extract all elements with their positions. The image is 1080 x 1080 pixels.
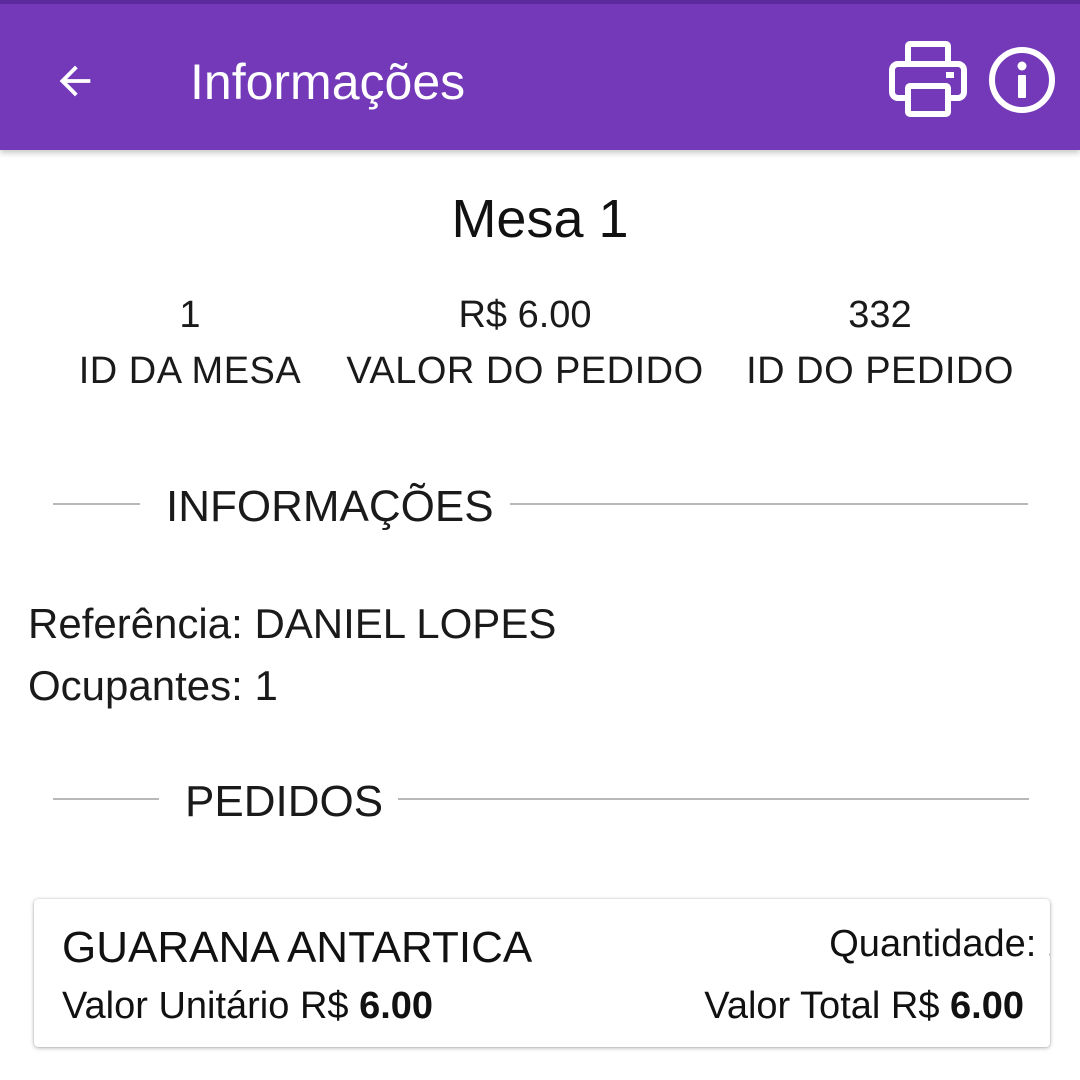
app-bar: Informações [0, 0, 1080, 150]
arrow-left-icon [59, 65, 91, 97]
stat-value: 332 [848, 294, 912, 336]
divider-right [510, 503, 1028, 505]
page-title: Informações [190, 54, 466, 110]
section-heading-info: INFORMAÇÕES [166, 482, 494, 531]
stat-value: 1 [179, 294, 201, 336]
occupants-text: Ocupantes: 1 [28, 662, 278, 709]
divider-right [398, 798, 1029, 800]
total-price-label: Valor Total R$ [704, 985, 951, 1027]
print-button[interactable] [886, 38, 970, 122]
section-heading-orders: PEDIDOS [185, 777, 384, 826]
stat-table-id: 1 ID DA MESA [60, 292, 320, 394]
divider-left [53, 503, 140, 505]
back-button[interactable] [42, 48, 108, 114]
stat-order-value: R$ 6.00 VALOR DO PEDIDO [340, 292, 710, 394]
unit-price-label: Valor Unitário R$ [62, 985, 360, 1027]
stat-value: R$ 6.00 [458, 294, 592, 336]
info-circle-icon [989, 47, 1055, 113]
reference-text: Referência: DANIEL LOPES [28, 600, 557, 647]
order-item-total-price: Valor Total R$ 6.00 [704, 983, 1024, 1029]
table-title: Mesa 1 [451, 189, 629, 249]
stat-label: ID DA MESA [78, 350, 302, 392]
stat-label: VALOR DO PEDIDO [346, 350, 704, 392]
order-item-quantity: Quantidade: 1 [829, 923, 1050, 965]
order-item-card[interactable]: GUARANA ANTARTICA Quantidade: 1 Valor Un… [34, 899, 1050, 1047]
printer-icon [889, 41, 967, 117]
stat-order-id: 332 ID DO PEDIDO [730, 292, 1030, 394]
divider-left [53, 798, 159, 800]
stat-label: ID DO PEDIDO [746, 350, 1014, 392]
order-item-name: GUARANA ANTARTICA [62, 923, 533, 972]
total-price-value: 6.00 [950, 985, 1024, 1027]
info-button[interactable] [986, 44, 1062, 120]
order-item-unit-price: Valor Unitário R$ 6.00 [62, 983, 433, 1029]
unit-price-value: 6.00 [359, 985, 434, 1027]
